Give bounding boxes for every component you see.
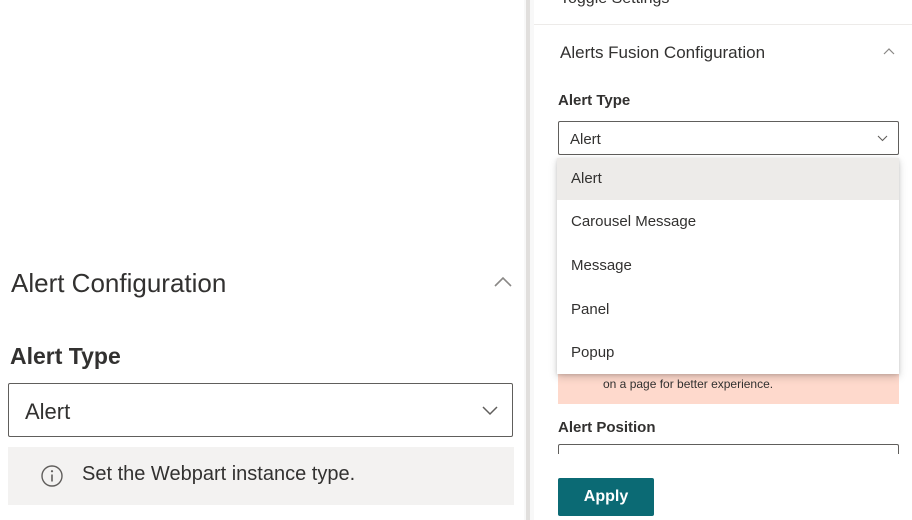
alert-type-info: Set the Webpart instance type. <box>8 447 514 505</box>
alert-position-label: Alert Position <box>558 419 656 436</box>
alert-type-value: Alert <box>25 399 71 424</box>
alerts-fusion-title[interactable]: Alerts Fusion Configuration <box>560 43 765 63</box>
alert-configuration-title[interactable]: Alert Configuration <box>11 268 226 299</box>
alert-type-value: Alert <box>570 131 601 148</box>
dropdown-option-carousel-message[interactable]: Carousel Message <box>557 201 899 243</box>
info-text: Set the Webpart instance type. <box>82 463 356 485</box>
chevron-up-icon[interactable] <box>882 45 896 57</box>
alert-type-label: Alert Type <box>10 343 121 369</box>
alert-type-dropdown[interactable]: Alert <box>8 383 513 437</box>
previous-section-title: Toggle Settings <box>560 0 669 8</box>
warning-text: on a page for better experience. <box>603 377 774 391</box>
alert-type-options-list: Alert Carousel Message Message Panel Pop… <box>557 158 899 374</box>
chevron-down-icon <box>482 406 498 416</box>
scrollbar[interactable] <box>526 0 530 520</box>
alerts-fusion-panel: Toggle Settings Alerts Fusion Configurat… <box>534 0 912 520</box>
alert-type-label: Alert Type <box>558 92 631 109</box>
dropdown-option-popup[interactable]: Popup <box>557 332 899 374</box>
dropdown-option-message[interactable]: Message <box>557 245 899 287</box>
alert-type-dropdown[interactable]: Alert <box>558 121 899 155</box>
info-circle-icon <box>41 465 63 487</box>
previous-section-header[interactable]: Toggle Settings <box>534 0 912 25</box>
dropdown-option-panel[interactable]: Panel <box>557 289 899 331</box>
chevron-up-icon[interactable] <box>492 272 514 292</box>
apply-button[interactable]: Apply <box>558 478 654 516</box>
chevron-down-icon <box>877 135 888 142</box>
alert-position-dropdown[interactable] <box>558 444 899 454</box>
dropdown-option-alert[interactable]: Alert <box>557 158 899 200</box>
alert-configuration-panel: Alert Configuration Alert Type Alert Set… <box>0 0 524 520</box>
